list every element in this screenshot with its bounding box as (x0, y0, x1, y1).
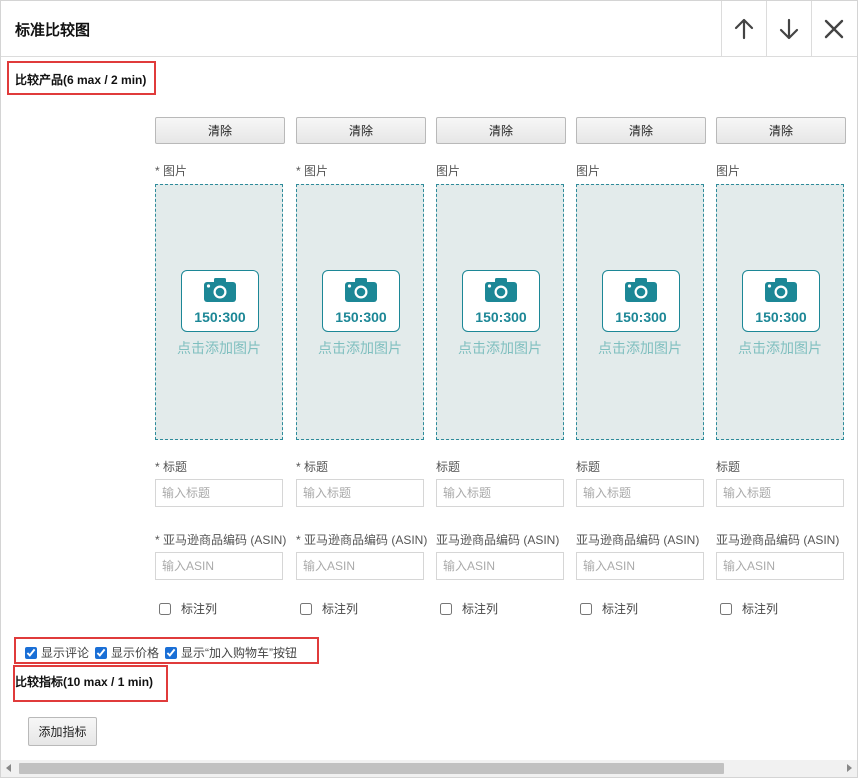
asin-label: 亚马逊商品编码 (ASIN) (436, 533, 560, 547)
title-label: 标题 (436, 460, 461, 474)
clear-button[interactable]: 清除 (296, 117, 426, 144)
arrow-up-icon (734, 18, 754, 39)
highlight-column-checkbox[interactable] (300, 602, 312, 615)
highlight-column-option: 标注列 (300, 600, 358, 617)
move-up-button[interactable] (721, 1, 766, 56)
clear-button[interactable]: 清除 (576, 117, 706, 144)
image-placeholder: 150:300 (181, 270, 259, 332)
asin-label: * 亚马逊商品编码 (ASIN) (155, 533, 287, 547)
image-ratio-text: 150:300 (615, 309, 667, 325)
asin-input[interactable] (155, 552, 283, 580)
highlight-column-option: 标注列 (440, 600, 498, 617)
highlight-column-checkbox[interactable] (159, 602, 171, 615)
image-upload-area[interactable]: 150:300 点击添加图片 (576, 184, 704, 440)
camera-icon (204, 278, 236, 302)
scroll-left-arrow-icon[interactable] (6, 764, 11, 772)
asin-input[interactable] (296, 552, 424, 580)
highlight-column-option: 标注列 (159, 600, 217, 617)
close-button[interactable] (811, 1, 856, 56)
image-placeholder: 150:300 (602, 270, 680, 332)
asin-input[interactable] (576, 552, 704, 580)
move-down-button[interactable] (766, 1, 811, 56)
image-label: 图片 (716, 164, 741, 178)
close-icon (824, 19, 844, 38)
asin-input[interactable] (436, 552, 564, 580)
asin-label: 亚马逊商品编码 (ASIN) (716, 533, 840, 547)
image-upload-area[interactable]: 150:300 点击添加图片 (296, 184, 424, 440)
highlight-column-label: 标注列 (322, 602, 359, 616)
asin-input[interactable] (716, 552, 844, 580)
image-label: * 图片 (296, 164, 329, 178)
highlight-column-label: 标注列 (742, 602, 779, 616)
arrow-down-icon (779, 18, 799, 39)
camera-icon (625, 278, 657, 302)
camera-icon (765, 278, 797, 302)
title-label: * 标题 (155, 460, 188, 474)
highlight-column-checkbox[interactable] (440, 602, 452, 615)
image-placeholder: 150:300 (322, 270, 400, 332)
camera-icon (345, 278, 377, 302)
title-input[interactable] (155, 479, 283, 507)
add-image-hint: 点击添加图片 (177, 340, 261, 356)
annotation-box-metrics (13, 665, 168, 702)
add-image-hint: 点击添加图片 (458, 340, 542, 356)
title-input[interactable] (576, 479, 704, 507)
title-label: * 标题 (296, 460, 329, 474)
panel-header: 标准比较图 (1, 1, 857, 57)
image-label: * 图片 (155, 164, 188, 178)
image-placeholder: 150:300 (462, 270, 540, 332)
clear-button[interactable]: 清除 (155, 117, 285, 144)
image-ratio-text: 150:300 (194, 309, 246, 325)
title-label: 标题 (716, 460, 741, 474)
camera-icon (485, 278, 517, 302)
title-input[interactable] (296, 479, 424, 507)
title-label: 标题 (576, 460, 601, 474)
asin-label: * 亚马逊商品编码 (ASIN) (296, 533, 428, 547)
highlight-column-label: 标注列 (181, 602, 218, 616)
highlight-column-label: 标注列 (462, 602, 499, 616)
highlight-column-checkbox[interactable] (720, 602, 732, 615)
image-ratio-text: 150:300 (755, 309, 807, 325)
highlight-column-label: 标注列 (602, 602, 639, 616)
image-ratio-text: 150:300 (335, 309, 387, 325)
title-input[interactable] (716, 479, 844, 507)
scrollbar-thumb[interactable] (19, 763, 724, 774)
clear-button[interactable]: 清除 (436, 117, 566, 144)
highlight-column-checkbox[interactable] (580, 602, 592, 615)
horizontal-scrollbar[interactable] (1, 760, 857, 777)
image-upload-area[interactable]: 150:300 点击添加图片 (155, 184, 283, 440)
image-placeholder: 150:300 (742, 270, 820, 332)
highlight-column-option: 标注列 (580, 600, 638, 617)
add-image-hint: 点击添加图片 (318, 340, 402, 356)
image-label: 图片 (576, 164, 601, 178)
image-upload-area[interactable]: 150:300 点击添加图片 (716, 184, 844, 440)
highlight-column-option: 标注列 (720, 600, 778, 617)
clear-button[interactable]: 清除 (716, 117, 846, 144)
add-metric-button[interactable]: 添加指标 (28, 717, 97, 746)
asin-label: 亚马逊商品编码 (ASIN) (576, 533, 700, 547)
add-image-hint: 点击添加图片 (738, 340, 822, 356)
title-input[interactable] (436, 479, 564, 507)
scroll-right-arrow-icon[interactable] (847, 764, 852, 772)
image-upload-area[interactable]: 150:300 点击添加图片 (436, 184, 564, 440)
comparison-chart-panel: 标准比较图 比较产品(6 max / 2 min) 清除 * 图片 150:30… (0, 0, 858, 778)
panel-title: 标准比较图 (15, 22, 91, 39)
annotation-box-products (7, 61, 156, 95)
add-image-hint: 点击添加图片 (598, 340, 682, 356)
image-ratio-text: 150:300 (475, 309, 527, 325)
image-label: 图片 (436, 164, 461, 178)
annotation-box-options (14, 637, 319, 664)
